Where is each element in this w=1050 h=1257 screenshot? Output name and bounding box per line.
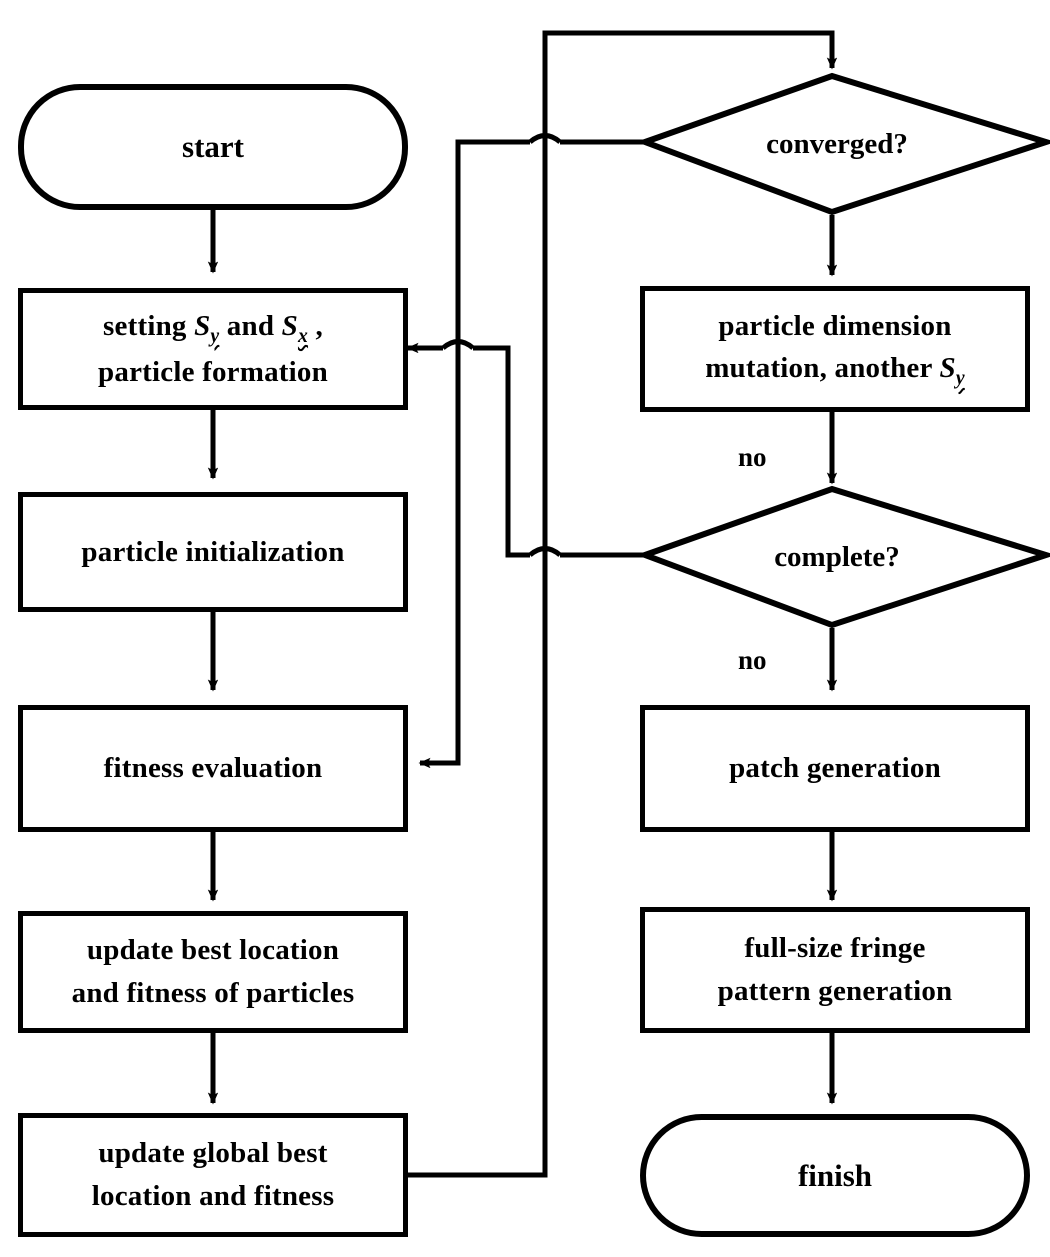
node-update-best-line2: and fitness of particles [71,977,355,1009]
diamond-shape-complete [636,485,1050,629]
edge-label-converged-no: no [738,442,767,472]
node-fringe-generation[interactable]: full-size fringe pattern generation [640,907,1030,1033]
node-update-global-best-line2: location and fitness [91,1180,335,1212]
node-finish-label: finish [797,1157,873,1193]
node-update-best-line1: update best location [86,934,340,967]
node-setting-line1: setting Sy and Sx , [103,309,323,347]
node-particle-dimension-mutation[interactable]: particle dimension mutation, another Sy [640,286,1030,412]
node-setting[interactable]: setting Sy and Sx , particle formation [18,288,408,410]
node-mutation-line2: mutation, another Sy [705,352,965,390]
node-update-global-best[interactable]: update global best location and fitness [18,1113,408,1237]
node-setting-line2: particle formation [98,355,328,388]
flowchart-canvas: start setting Sy and Sx , particle forma… [0,0,1050,1257]
edge-label-complete-no: no [738,645,767,675]
node-update-best[interactable]: update best location and fitness of part… [18,911,408,1033]
node-particle-initialization-label: particle initialization [81,535,345,568]
diamond-shape-converged [636,72,1050,216]
node-fitness-evaluation[interactable]: fitness evaluation [18,705,408,832]
edge-complete-up-a [473,345,530,558]
node-patch-generation[interactable]: patch generation [640,705,1030,832]
node-fringe-line1: full-size fringe [744,932,926,965]
edge-converged-to-fitness [418,139,530,769]
node-mutation-line1: particle dimension [718,309,952,342]
node-particle-initialization[interactable]: particle initialization [18,492,408,612]
node-start-label: start [182,129,244,164]
node-update-global-best-line1: update global best [98,1137,328,1170]
node-finish[interactable]: finish [640,1114,1030,1237]
node-start[interactable]: start [18,84,408,210]
node-fringe-line2: pattern generation [717,975,953,1007]
node-fitness-evaluation-label: fitness evaluation [103,752,323,785]
node-complete[interactable]: complete? [636,485,1050,629]
node-patch-generation-label: patch generation [729,752,941,785]
node-converged[interactable]: converged? [636,72,1050,216]
